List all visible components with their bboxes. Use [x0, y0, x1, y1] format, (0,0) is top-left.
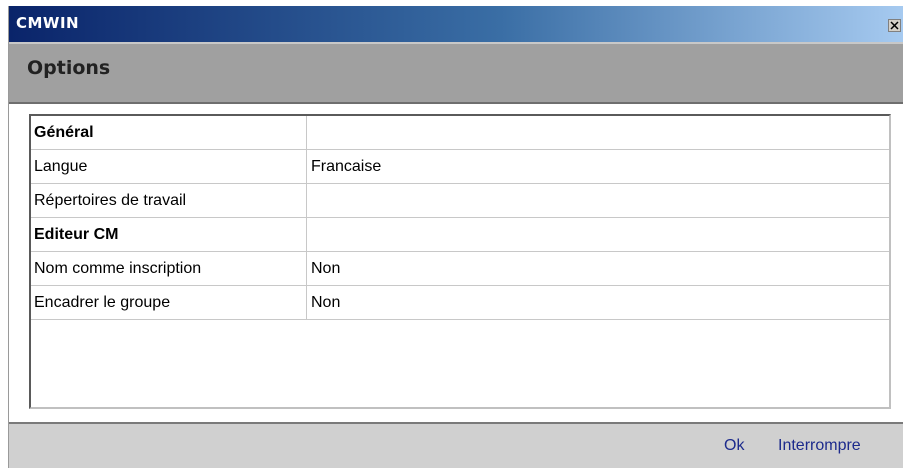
grid-row-langue[interactable]: Langue Francaise [31, 150, 889, 184]
grid-row-encadrer-groupe[interactable]: Encadrer le groupe Non [31, 286, 889, 320]
option-name: Répertoires de travail [31, 184, 307, 217]
title-bar[interactable]: CMWIN [9, 6, 903, 42]
grid-row-repertoires[interactable]: Répertoires de travail [31, 184, 889, 218]
option-value[interactable] [307, 218, 889, 251]
option-value[interactable]: Non [307, 252, 889, 285]
ok-button[interactable]: Ok [724, 437, 744, 455]
option-value[interactable] [307, 116, 889, 149]
close-icon [889, 20, 900, 31]
grid-row-editeur-cm[interactable]: Editeur CM [31, 218, 889, 252]
page-title: Options [27, 57, 111, 79]
options-dialog: CMWIN Options Général Langue Francaise R… [8, 6, 903, 468]
option-value[interactable] [307, 184, 889, 217]
options-grid: Général Langue Francaise Répertoires de … [29, 114, 891, 409]
window-title: CMWIN [16, 14, 80, 32]
option-value[interactable]: Non [307, 286, 889, 319]
grid-row-nom-comme-inscription[interactable]: Nom comme inscription Non [31, 252, 889, 286]
option-name: Nom comme inscription [31, 252, 307, 285]
option-name: Général [31, 116, 307, 149]
cancel-button[interactable]: Interrompre [778, 437, 861, 455]
grid-row-general[interactable]: Général [31, 116, 889, 150]
option-name: Encadrer le groupe [31, 286, 307, 319]
dialog-header: Options [9, 42, 903, 104]
options-body: Général Langue Francaise Répertoires de … [9, 104, 903, 422]
option-value[interactable]: Francaise [307, 150, 889, 183]
option-name: Editeur CM [31, 218, 307, 251]
close-button[interactable] [888, 19, 901, 32]
option-name: Langue [31, 150, 307, 183]
dialog-footer: Ok Interrompre [9, 422, 903, 468]
